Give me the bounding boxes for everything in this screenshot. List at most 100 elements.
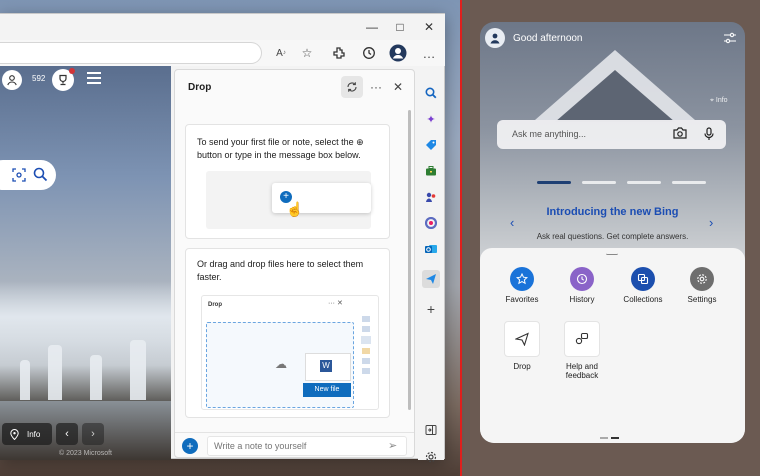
extensions-icon[interactable] [330,44,348,62]
drag-illustration: Drop ··· ✕ ☁ W New file [201,295,379,410]
hand-pointer-icon: ☝ [286,201,304,217]
drop-composer: + ➢ [175,432,414,458]
new-file-tooltip: New file [303,383,351,397]
microphone-icon[interactable] [704,127,714,141]
image-info-tag[interactable]: ⌖ Info [710,97,728,105]
search-icon[interactable] [33,167,48,182]
promo-title[interactable]: Introducing the new Bing [480,206,745,218]
favorites-label[interactable]: Favorites [492,295,552,304]
cloud-upload-icon: ☁ [275,357,287,371]
add-file-button[interactable]: + [182,438,198,454]
add-icon[interactable]: + [422,300,440,318]
office-icon[interactable] [422,214,440,232]
onboarding-card-send: To send your first file or note, select … [185,124,390,239]
profile-icon[interactable] [389,44,407,62]
bing-homepage: 592 Info ‹ › © 2023 Microsoft [0,66,171,460]
more-icon[interactable]: … [420,44,438,62]
send-icon[interactable]: ➢ [388,439,397,452]
illustration-more-icon: ··· ✕ [328,300,343,307]
shopping-tag-icon[interactable] [422,136,440,154]
next-image-button[interactable]: › [82,423,104,445]
send-illustration: + ☝ [206,171,371,229]
drop-zone: ☁ W New file [206,322,354,408]
copyright-text: © 2023 Microsoft [58,450,112,457]
collections-label[interactable]: Collections [613,295,673,304]
note-input[interactable] [207,436,407,456]
profile-avatar[interactable] [485,28,505,48]
customize-sliders-icon[interactable] [723,32,737,44]
bing-header: 592 [0,66,171,96]
info-label: Info [27,429,41,439]
visual-search-icon[interactable] [12,168,26,182]
drop-tile[interactable] [504,321,540,357]
browser-toolbar: A ♪ ☆ … [0,40,445,66]
carousel-indicator [537,181,709,184]
camera-icon[interactable] [673,127,687,139]
maximize-button[interactable]: □ [392,19,408,35]
frosted-tree [20,360,30,400]
image-info-label: Info [715,97,728,104]
greeting-text: Good afternoon [513,33,583,44]
copilot-icon[interactable]: ✦ [422,110,440,128]
more-options-icon[interactable]: ··· [365,76,387,98]
history-label[interactable]: History [552,295,612,304]
promo-subtitle: Ask real questions. Get complete answers… [536,232,689,241]
image-info-button[interactable]: Info [2,423,52,445]
settings-label[interactable]: Settings [672,295,732,304]
send-icon [515,332,529,346]
onboarding-text-send: To send your first file or note, select … [197,137,364,160]
favorite-star-icon[interactable]: ☆ [298,44,316,62]
help-feedback-tile[interactable] [564,321,600,357]
frosted-tree [90,355,102,400]
history-icon[interactable] [360,44,378,62]
collections-icon[interactable] [631,267,655,291]
star-icon[interactable] [510,267,534,291]
panel-scrollbar[interactable] [408,110,411,410]
sync-icon[interactable] [341,76,363,98]
notification-dot [69,68,75,74]
hamburger-menu-icon[interactable] [87,72,101,84]
drop-tile-label: Drop [513,362,531,371]
help-feedback-label: Help and feedback [565,362,599,380]
search-icon[interactable] [422,84,440,102]
previous-image-button[interactable]: ‹ [56,423,78,445]
edge-sidebar: ✦ + [418,66,444,463]
rewards-trophy-icon[interactable] [52,68,75,91]
sign-in-avatar[interactable] [2,70,22,90]
onboarding-card-drag: Or drag and drop files here to select th… [185,248,390,418]
page-indicator [600,426,622,443]
address-bar[interactable] [0,42,262,64]
word-badge: W [320,360,332,372]
gear-icon[interactable] [690,267,714,291]
drop-panel: Drop ··· ✕ To send your first file or no… [174,69,415,458]
drop-icon[interactable] [422,270,440,288]
search-placeholder: Ask me anything... [512,129,587,139]
illustration-title: Drop [208,302,222,308]
history-icon[interactable] [570,267,594,291]
illustration-sidebar [359,312,373,407]
ask-search-box[interactable]: Ask me anything... [497,120,726,149]
menu-bottom-sheet: Favorites History Collections Settings D… [480,248,745,443]
close-panel-icon[interactable]: ✕ [387,76,409,98]
visual-search-pill[interactable] [0,160,56,190]
drop-panel-title: Drop [188,82,212,93]
games-icon[interactable] [422,188,440,206]
word-file-icon: W [305,353,351,381]
frosted-tree [48,345,62,400]
minimize-button[interactable]: — [364,19,380,35]
close-button[interactable]: ✕ [421,19,437,35]
read-aloud-icon[interactable]: A ♪ [272,44,290,62]
split-divider [460,0,462,476]
outlook-icon[interactable] [422,240,440,258]
onboarding-text-drag: Or drag and drop files here to select th… [197,259,364,282]
rewards-points: 592 [32,74,46,83]
mobile-new-tab: Good afternoon ⌖ Info Ask me anything...… [480,22,745,443]
location-pin-icon [10,428,19,440]
browser-window: — □ ✕ A ♪ ☆ … 592 Info ‹ › © 2023 Micros… [0,13,445,463]
settings-icon[interactable] [422,448,440,466]
roof-shadow [555,70,675,122]
tools-briefcase-icon[interactable] [422,162,440,180]
hide-sidebar-icon[interactable] [422,421,440,439]
title-bar: — □ ✕ [0,14,445,40]
sheet-handle[interactable] [606,252,618,255]
